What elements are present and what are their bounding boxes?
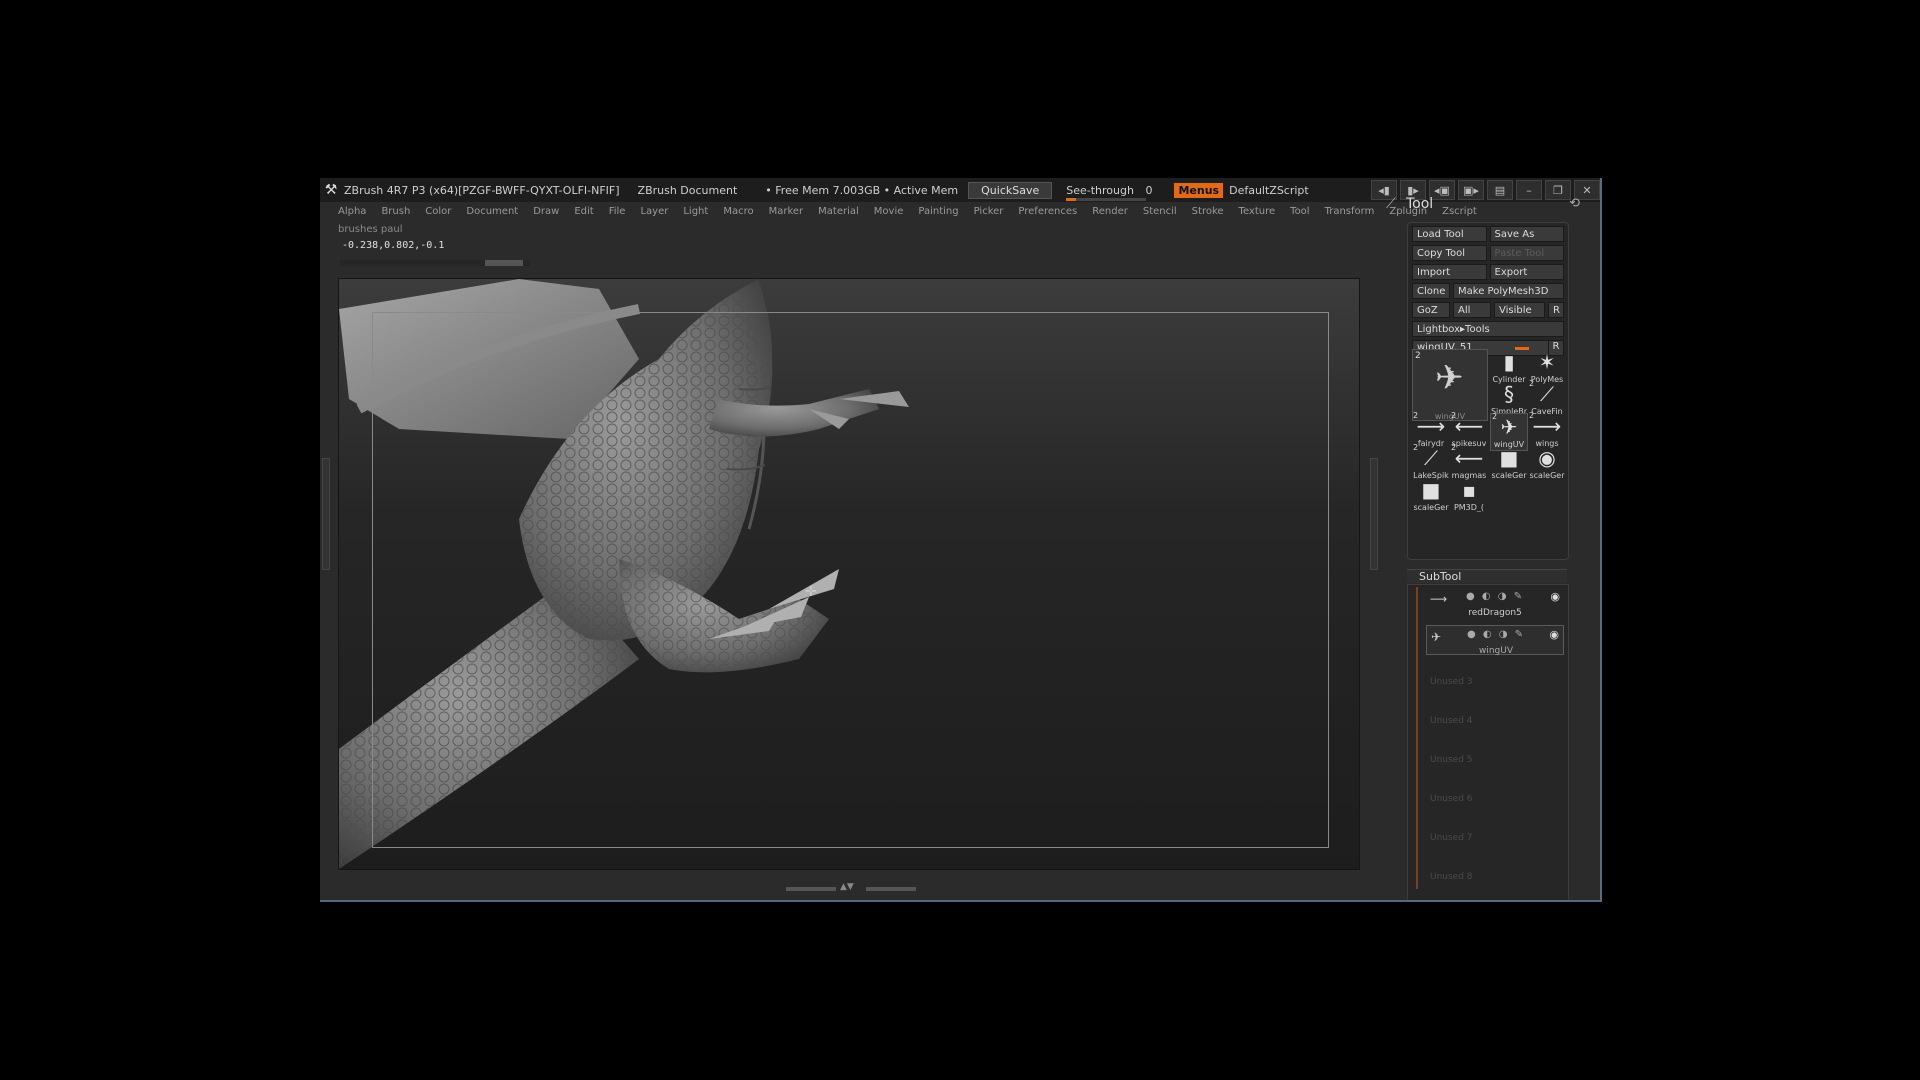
goz-r-button[interactable]: R xyxy=(1548,302,1564,318)
subtool-name: wingUV xyxy=(1478,646,1514,656)
tool-thumbnail[interactable]: ■ scaleGer xyxy=(1490,445,1528,483)
see-through-slider[interactable]: See-through 0 xyxy=(1062,183,1156,201)
see-through-label: See-through xyxy=(1066,183,1134,197)
goz-button[interactable]: GoZ xyxy=(1412,302,1450,318)
see-through-value: 0 xyxy=(1145,183,1153,197)
menu-item[interactable]: Macro xyxy=(723,206,753,222)
brush-info: brushes paul xyxy=(338,224,403,235)
crosshair-cursor-icon: ✛ xyxy=(805,584,817,600)
bottom-tray-handle[interactable]: ▲▼ xyxy=(786,882,916,892)
reset-icon[interactable]: ⟲ xyxy=(1569,196,1580,211)
menu-item[interactable]: File xyxy=(609,206,626,222)
tool-thumbnail[interactable]: ■ scaleGer xyxy=(1412,477,1450,515)
wing-thumb-icon: ✈ xyxy=(1431,630,1442,644)
canvas-viewport[interactable]: ✛ xyxy=(338,278,1360,870)
tool-thumbnail-label: scaleGer xyxy=(1529,471,1565,480)
menu-item[interactable]: Tool xyxy=(1290,206,1309,222)
export-button[interactable]: Export xyxy=(1489,264,1564,280)
menu-item[interactable]: Draw xyxy=(533,206,559,222)
zbrush-logo-icon: ⚒ xyxy=(324,182,338,198)
right-tray-handle[interactable] xyxy=(1370,458,1378,570)
tool-model-icon: ◉ xyxy=(1538,446,1556,470)
goz-visible-button[interactable]: Visible xyxy=(1494,302,1545,318)
paste-tool-button[interactable]: Paste Tool xyxy=(1489,245,1564,261)
menu-item[interactable]: Painting xyxy=(918,206,958,222)
tool-palette: Load Tool Save As Copy Tool Paste Tool Imp… xyxy=(1407,222,1569,560)
visibility-eye-icon[interactable]: ◉ xyxy=(1549,628,1559,641)
document-title: ZBrush Document xyxy=(637,183,738,197)
menu-item[interactable]: Stroke xyxy=(1192,206,1224,222)
unused-slot: Unused 8 xyxy=(1430,872,1473,882)
subtool-item[interactable]: ⟶ ● ◐ ◑ ✎ ◉ redDragon5 xyxy=(1426,588,1564,618)
slider-thumb[interactable] xyxy=(485,260,523,266)
menu-item[interactable]: Light xyxy=(683,206,708,222)
menu-item[interactable]: Color xyxy=(425,206,451,222)
make-polymesh-button[interactable]: Make PolyMesh3D xyxy=(1453,283,1564,299)
subtool-name: redDragon5 xyxy=(1468,608,1522,618)
left-tray-handle[interactable] xyxy=(322,458,330,570)
cursor-coordinates: -0.238,0.802,-0.1 xyxy=(342,240,445,251)
menu-item[interactable]: Brush xyxy=(381,206,410,222)
unused-slot: Unused 6 xyxy=(1430,794,1473,804)
zbrush-window: ⚒ ZBrush 4R7 P3 (x64)[PZGF-BWFF-QYXT-OLF… xyxy=(320,178,1602,902)
tool-palette-title: Tool xyxy=(1406,196,1434,212)
subtool-scrollbar[interactable] xyxy=(1416,587,1418,889)
save-as-button[interactable]: Save As xyxy=(1489,226,1564,242)
main-menu-bar: Alpha Brush Color Document Draw Edit File Layer… xyxy=(338,206,1477,222)
dragon-thumb-icon: ⟶ xyxy=(1430,592,1448,606)
tool-model-icon: ▮ xyxy=(1503,350,1515,374)
tool-thumbnail-label: scaleGer xyxy=(1491,471,1527,480)
tool-model-icon: ■ xyxy=(1421,478,1441,502)
copy-tool-button[interactable]: Copy Tool xyxy=(1412,245,1487,261)
menus-toggle[interactable]: Menus xyxy=(1174,182,1224,198)
menu-item[interactable]: Edit xyxy=(574,206,593,222)
subtool-toggles[interactable]: ● ◐ ◑ ✎ xyxy=(1466,591,1524,602)
menu-item[interactable]: Transform xyxy=(1325,206,1375,222)
lightbox-tools-button[interactable]: Lightbox▸Tools xyxy=(1412,321,1564,337)
quicksave-button[interactable]: QuickSave xyxy=(968,181,1053,199)
memory-status: • Free Mem 7.003GB • Active Mem xyxy=(765,183,959,197)
menu-item[interactable]: Picker xyxy=(974,206,1004,222)
subtool-item-active[interactable]: ✈ ● ◐ ◑ ✎ ◉ wingUV xyxy=(1426,625,1564,656)
see-through-track xyxy=(1066,197,1147,201)
menu-item[interactable]: Texture xyxy=(1239,206,1276,222)
draw-size-slider[interactable] xyxy=(340,260,530,266)
menu-item[interactable]: Layer xyxy=(640,206,668,222)
subtool-header[interactable]: SubTool xyxy=(1407,569,1567,583)
tool-thumbnail-label: scaleGer xyxy=(1413,503,1449,512)
load-tool-button[interactable]: Load Tool xyxy=(1412,226,1487,242)
document-frame xyxy=(372,312,1329,848)
tool-model-icon: § xyxy=(1504,382,1514,406)
tool-thumbnail[interactable]: ◉ scaleGer xyxy=(1528,445,1566,483)
menu-item[interactable]: Stencil xyxy=(1143,206,1177,222)
menu-item[interactable]: Movie xyxy=(874,206,904,222)
tool-model-icon: ▪ xyxy=(1462,478,1476,502)
unused-slot: Unused 3 xyxy=(1430,677,1473,687)
menu-item[interactable]: Document xyxy=(466,206,518,222)
clone-button[interactable]: Clone xyxy=(1412,283,1450,299)
tool-model-icon: ■ xyxy=(1499,446,1519,470)
unused-slot: Unused 7 xyxy=(1430,833,1473,843)
menu-item[interactable]: Material xyxy=(818,206,859,222)
menu-item[interactable]: Marker xyxy=(769,206,804,222)
tool-thumbnail[interactable]: ▪ PM3D_( xyxy=(1450,477,1488,515)
unused-slot: Unused 5 xyxy=(1430,755,1473,765)
wing-model-icon: ✈ xyxy=(1435,358,1464,398)
menu-item[interactable]: Render xyxy=(1092,206,1128,222)
tool-model-icon: ✶ xyxy=(1538,350,1556,374)
unused-slot: Unused 4 xyxy=(1430,716,1473,726)
default-zscript-button[interactable]: DefaultZScript xyxy=(1229,184,1309,197)
palette-collapse-icon[interactable]: ⟋ xyxy=(1386,196,1396,212)
subtool-palette: ⟶ ● ◐ ◑ ✎ ◉ redDragon5 ✈ ● ◐ ◑ ✎ ◉ wingU… xyxy=(1407,584,1569,900)
menu-item[interactable]: Preferences xyxy=(1018,206,1077,222)
tool-palette-header[interactable]: ⟋ Tool ⟲ xyxy=(1386,196,1580,214)
import-button[interactable]: Import xyxy=(1412,264,1487,280)
subtool-toggles[interactable]: ● ◐ ◑ ✎ xyxy=(1467,629,1525,640)
visibility-eye-icon[interactable]: ◉ xyxy=(1550,590,1560,603)
goz-all-button[interactable]: All xyxy=(1453,302,1491,318)
menu-item[interactable]: Alpha xyxy=(338,206,366,222)
tool-thumbnail-label: PM3D_( xyxy=(1453,503,1485,512)
app-title: ZBrush 4R7 P3 (x64)[PZGF-BWFF-QYXT-OLFI-… xyxy=(344,183,620,197)
active-tool-thumbnail[interactable]: 2 ✈ wingUV xyxy=(1412,349,1488,421)
